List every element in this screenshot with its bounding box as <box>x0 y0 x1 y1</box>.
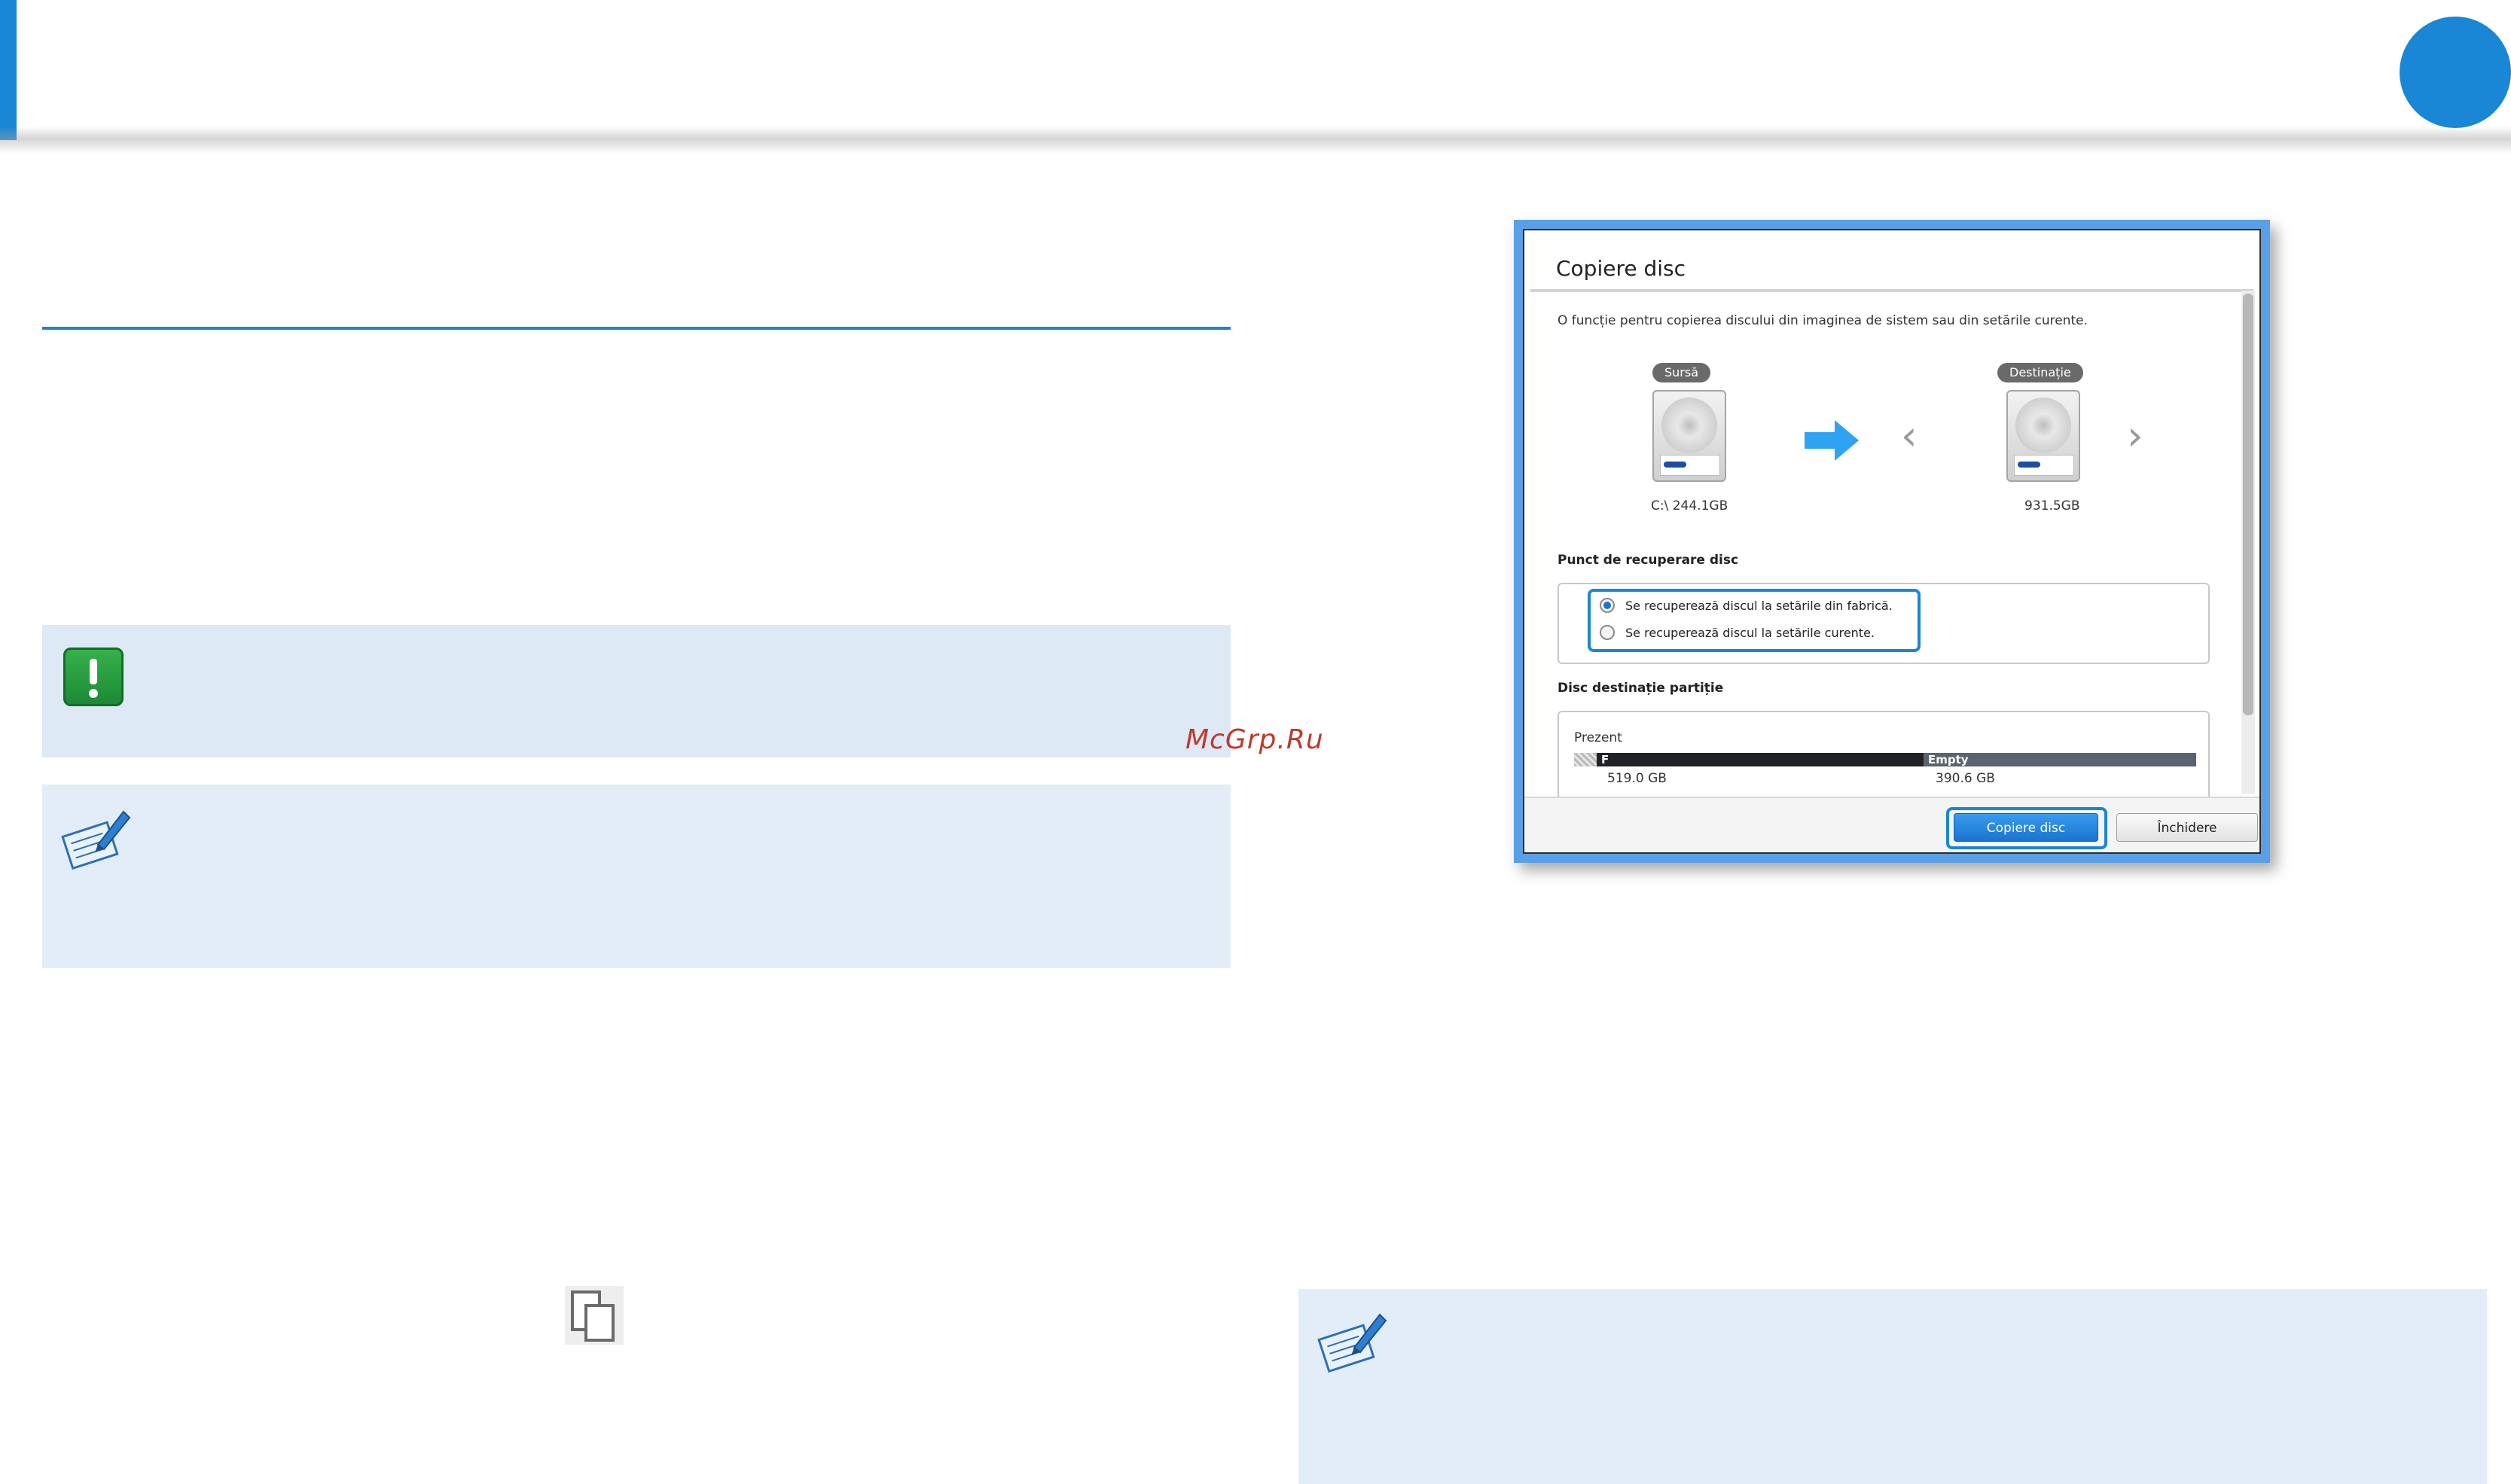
note-pen-icon <box>61 810 131 870</box>
recovery-point-label: Punct de recuperare disc <box>1558 553 1739 568</box>
partition-segment-f[interactable]: F <box>1597 753 1924 766</box>
note-box <box>42 785 1231 968</box>
close-button[interactable]: Închidere <box>2116 813 2258 842</box>
partition-segment-empty[interactable]: Empty <box>1924 753 2196 766</box>
chevron-left-icon[interactable]: ‹ <box>1901 416 1918 456</box>
current-layout-label: Prezent <box>1574 730 1622 745</box>
scrollbar-thumb[interactable] <box>2243 294 2253 715</box>
watermark: McGrp.Ru <box>1185 724 1324 755</box>
partition-reserved-segment <box>1574 753 1597 766</box>
chapter-badge <box>2400 17 2511 128</box>
arrow-right-icon <box>1805 420 1859 461</box>
header-accent-bar <box>0 0 17 140</box>
copy-disc-dialog: Copiere disc O funcție pentru copierea d… <box>1523 229 2261 854</box>
partition-f-size: 519.0 GB <box>1607 771 1667 786</box>
dialog-footer: Copiere disc Închidere <box>1524 797 2259 852</box>
radio-current-settings[interactable]: Se recuperează discul la setările curent… <box>1600 625 1875 640</box>
dialog-description: O funcție pentru copierea discului din i… <box>1558 313 2088 328</box>
note-box-right <box>1298 1289 2487 1484</box>
radio-button[interactable] <box>1600 625 1615 640</box>
title-separator <box>1530 289 2253 292</box>
note-pen-icon <box>1317 1313 1387 1373</box>
partition-empty-size: 390.6 GB <box>1936 771 1995 786</box>
section-divider <box>42 327 1231 330</box>
radio-factory-label: Se recuperează discul la setările din fa… <box>1625 598 1893 613</box>
partition-bar: F Empty <box>1574 753 2196 766</box>
copy-icon <box>565 1286 624 1345</box>
dialog-window-frame: Copiere disc O funcție pentru copierea d… <box>1514 220 2270 863</box>
radio-factory-settings[interactable]: Se recuperează discul la setările din fa… <box>1600 598 1893 613</box>
warning-note-box <box>42 625 1231 757</box>
destination-disk-caption: 931.5GB <box>2024 498 2080 513</box>
destination-disk-icon <box>2006 390 2080 482</box>
dialog-title: Copiere disc <box>1556 256 1686 281</box>
destination-badge: Destinație <box>1997 363 2083 382</box>
partition-label: Disc destinație partiție <box>1558 681 1724 696</box>
radio-current-label: Se recuperează discul la setările curent… <box>1625 625 1875 640</box>
chevron-right-icon[interactable]: › <box>2127 416 2143 456</box>
radio-button-selected[interactable] <box>1600 598 1615 613</box>
copy-disc-button[interactable]: Copiere disc <box>1954 813 2098 842</box>
exclamation-icon <box>63 648 124 706</box>
source-badge: Sursă <box>1652 363 1711 382</box>
source-disk-icon <box>1652 390 1726 482</box>
source-disk-caption: C:\ 244.1GB <box>1651 498 1728 513</box>
header-divider <box>0 126 2511 154</box>
